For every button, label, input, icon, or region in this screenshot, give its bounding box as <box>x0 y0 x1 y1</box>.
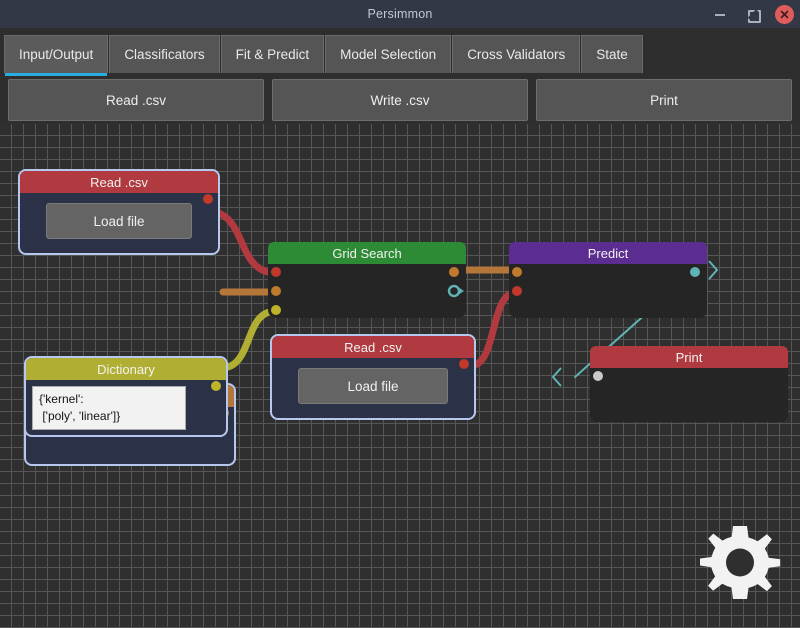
node-header[interactable]: Read .csv <box>272 336 474 358</box>
load-file-button[interactable]: Load file <box>298 368 448 404</box>
node-header[interactable]: Grid Search <box>268 242 466 264</box>
tab-state[interactable]: State <box>581 35 643 73</box>
window-controls <box>711 0 794 28</box>
node-read-csv-2[interactable]: Read .csv Load file <box>270 334 476 420</box>
edge-arrowhead <box>551 367 562 387</box>
node-palette-toolbar: Read .csv Write .csv Print <box>0 76 800 124</box>
maximize-button[interactable] <box>743 5 761 23</box>
toolbar-button-print[interactable]: Print <box>536 79 792 121</box>
tab-bar: Input/Output Classificators Fit & Predict M… <box>0 28 800 76</box>
application-window: Persimmon Input/Output Classificators Fit … <box>0 0 800 628</box>
minimize-button[interactable] <box>711 5 729 23</box>
tab-fit-predict[interactable]: Fit & Predict <box>220 35 325 73</box>
tab-model-selection[interactable]: Model Selection <box>325 35 452 73</box>
node-graph-canvas[interactable]: Read .csvLoad fileSVMDictionary{'kernel'… <box>0 124 800 628</box>
edge-dictionary-to-grid-search[interactable] <box>217 307 280 372</box>
tab-classificators[interactable]: Classificators <box>109 35 220 73</box>
node-grid-search[interactable]: Grid Search <box>268 242 466 318</box>
node-header[interactable]: Print <box>590 346 788 368</box>
window-title: Persimmon <box>367 7 433 21</box>
toolbar-button-write-csv[interactable]: Write .csv <box>272 79 528 121</box>
close-button[interactable] <box>775 4 794 24</box>
tab-cross-validators[interactable]: Cross Validators <box>452 35 581 73</box>
title-bar: Persimmon <box>0 0 800 28</box>
gear-icon <box>700 526 781 599</box>
tab-input-output[interactable]: Input/Output <box>4 35 109 76</box>
node-header[interactable]: Read .csv <box>20 171 218 193</box>
node-dictionary[interactable]: Dictionary {'kernel': ['poly', 'linear']} <box>24 356 228 437</box>
node-header[interactable]: Dictionary <box>26 358 226 380</box>
node-predict[interactable]: Predict <box>509 242 707 318</box>
dictionary-value-field[interactable]: {'kernel': ['poly', 'linear']} <box>32 386 186 430</box>
edge-arrowhead <box>708 260 719 280</box>
node-print[interactable]: Print <box>590 346 788 422</box>
close-icon <box>780 10 789 18</box>
node-header[interactable]: Predict <box>509 242 707 264</box>
load-file-button[interactable]: Load file <box>46 203 192 239</box>
toolbar-button-read-csv[interactable]: Read .csv <box>8 79 264 121</box>
node-read-csv-1[interactable]: Read .csv Load file <box>18 169 220 255</box>
